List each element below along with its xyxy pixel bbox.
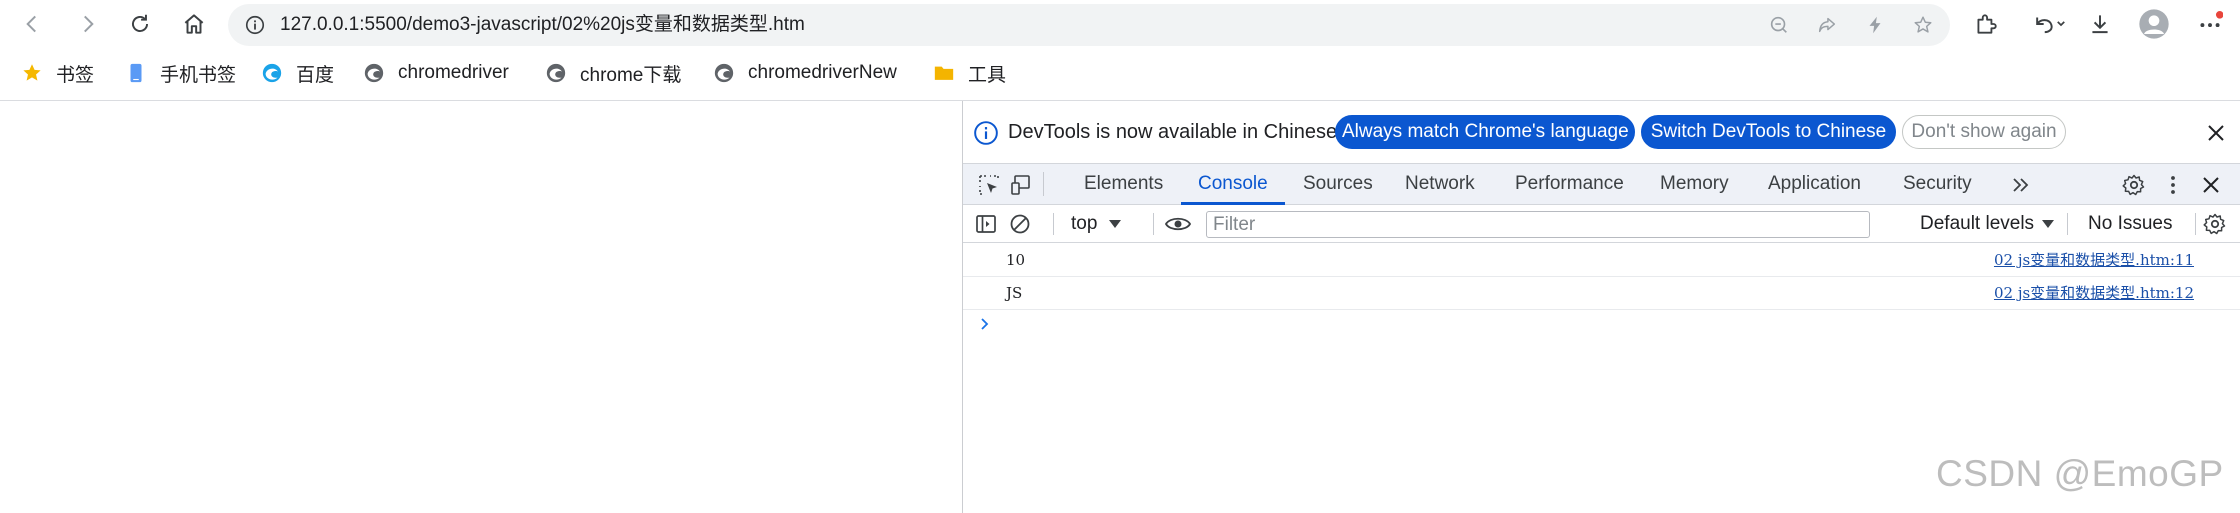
tab-security[interactable]: Security <box>1903 164 1972 204</box>
tab-sources[interactable]: Sources <box>1303 164 1373 204</box>
tab-network[interactable]: Network <box>1405 164 1475 204</box>
address-bar[interactable]: 127.0.0.1:5500/demo3-javascript/02%20js变… <box>228 4 1950 46</box>
bookmark-item[interactable]: 百度 <box>260 52 334 94</box>
devtools-tabs: Elements Console Sources Network Perform… <box>963 163 2240 205</box>
more-dots-icon <box>2200 11 2223 28</box>
toolbar-separator <box>2067 213 2068 235</box>
switch-to-chinese-button[interactable]: Switch DevTools to Chinese <box>1641 115 1896 149</box>
folder-icon <box>932 61 956 85</box>
favorite-star-icon[interactable] <box>1910 12 1936 38</box>
toolbar-separator <box>2195 213 2196 235</box>
log-message: 10 <box>1006 251 1026 269</box>
lightning-icon[interactable] <box>1862 12 1888 38</box>
sidebar-toggle-icon[interactable] <box>973 211 999 237</box>
zoom-out-icon[interactable] <box>1766 12 1792 38</box>
forward-button[interactable] <box>70 6 106 42</box>
console-log-row: 10 02 js变量和数据类型.htm:11 <box>963 244 2240 277</box>
log-levels-label: Default levels <box>1920 213 2035 234</box>
context-label: top <box>1071 213 1098 234</box>
edge-icon <box>260 61 284 85</box>
console-filter-input[interactable] <box>1206 211 1870 238</box>
back-arrow-icon <box>26 15 36 33</box>
clear-console-icon[interactable] <box>1007 211 1033 237</box>
always-match-language-button[interactable]: Always match Chrome's language <box>1335 115 1635 149</box>
extensions-button[interactable] <box>1968 6 2004 42</box>
language-infobar: DevTools is now available in Chinese! Al… <box>963 101 2240 163</box>
console-prompt-chevron-icon[interactable] <box>978 317 992 331</box>
site-icon <box>712 61 736 85</box>
back-button[interactable] <box>14 6 50 42</box>
bookmark-label: chromedriverNew <box>748 62 897 83</box>
undo-icon <box>2036 17 2065 34</box>
site-info-icon[interactable] <box>242 12 268 38</box>
log-source-link[interactable]: 02 js变量和数据类型.htm:12 <box>1994 277 2194 310</box>
log-source-link[interactable]: 02 js变量和数据类型.htm:11 <box>1994 244 2194 277</box>
dont-show-again-button[interactable]: Don't show again <box>1902 115 2066 149</box>
page-viewport[interactable] <box>0 101 962 513</box>
reload-icon <box>132 14 149 32</box>
kebab-menu-icon[interactable] <box>2160 172 2186 198</box>
tab-elements[interactable]: Elements <box>1084 164 1163 204</box>
console-settings-gear-icon[interactable] <box>2202 211 2228 237</box>
downloads-button[interactable] <box>2082 6 2118 42</box>
bookmark-label: chromedriver <box>398 62 509 83</box>
puzzle-icon <box>1977 14 1997 34</box>
home-button[interactable] <box>176 6 212 42</box>
bookmark-item[interactable]: 工具 <box>932 52 1006 94</box>
bookmark-item[interactable]: 书签 <box>20 52 94 94</box>
infobar-message: DevTools is now available in Chinese! <box>1008 121 1343 143</box>
tab-application[interactable]: Application <box>1768 164 1861 204</box>
tab-separator <box>1043 172 1044 196</box>
issues-counter[interactable]: No Issues <box>2088 205 2172 243</box>
context-selector[interactable]: top <box>1071 205 1122 243</box>
bookmark-label: 书签 <box>56 64 95 86</box>
download-icon <box>2092 15 2108 34</box>
forward-arrow-icon <box>84 15 94 33</box>
site-icon <box>362 61 386 85</box>
share-icon[interactable] <box>1814 12 1840 38</box>
reload-button[interactable] <box>122 6 158 42</box>
browser-toolbar: 127.0.0.1:5500/demo3-javascript/02%20js变… <box>0 0 2240 48</box>
bookmark-item[interactable]: chromedriver <box>362 52 509 94</box>
bookmark-item[interactable]: chrome下载 <box>544 52 681 94</box>
toolbar-separator <box>1053 213 1054 235</box>
log-levels-dropdown[interactable]: Default levels <box>1920 205 2055 243</box>
phone-icon <box>124 61 148 85</box>
tab-memory[interactable]: Memory <box>1660 164 1729 204</box>
profile-button[interactable] <box>2136 6 2172 42</box>
live-expression-eye-icon[interactable] <box>1162 211 1194 237</box>
tab-performance[interactable]: Performance <box>1515 164 1624 204</box>
device-toolbar-icon[interactable] <box>1008 172 1034 198</box>
inspect-element-icon[interactable] <box>976 172 1002 198</box>
bookmark-label: 工具 <box>968 64 1007 86</box>
watermark: CSDN @EmoGP <box>1936 453 2224 494</box>
chevron-down-icon <box>1109 219 1122 228</box>
toolbar-separator <box>1153 213 1154 235</box>
site-icon <box>544 61 568 85</box>
devtools-panel: DevTools is now available in Chinese! Al… <box>963 101 2240 513</box>
chevron-down-icon <box>2042 219 2055 228</box>
tab-console[interactable]: Console <box>1198 164 1268 204</box>
star-icon <box>20 61 44 85</box>
close-devtools-icon[interactable] <box>2198 172 2224 198</box>
bookmark-label: 百度 <box>296 64 335 86</box>
bookmarks-bar: 书签 手机书签 百度 chromedriver chrome下载 chromed… <box>0 52 2240 94</box>
home-icon <box>184 14 204 34</box>
menu-button[interactable] <box>2192 6 2228 42</box>
log-message: JS <box>1006 284 1023 302</box>
close-infobar-icon[interactable] <box>2204 121 2228 145</box>
bookmark-item[interactable]: 手机书签 <box>124 52 236 94</box>
info-icon <box>974 121 998 145</box>
undo-history-button[interactable] <box>2022 6 2074 42</box>
bookmark-label: chrome下载 <box>580 64 682 86</box>
more-tabs-icon[interactable] <box>2008 172 2034 198</box>
console-log-row: JS 02 js变量和数据类型.htm:12 <box>963 277 2240 310</box>
console-toolbar: top Default levels No Issues <box>963 205 2240 243</box>
bookmark-label: 手机书签 <box>160 64 237 86</box>
bookmark-item[interactable]: chromedriverNew <box>712 52 897 94</box>
settings-gear-icon[interactable] <box>2121 172 2147 198</box>
avatar-icon <box>2139 9 2169 39</box>
url-text[interactable]: 127.0.0.1:5500/demo3-javascript/02%20js变… <box>280 4 805 46</box>
